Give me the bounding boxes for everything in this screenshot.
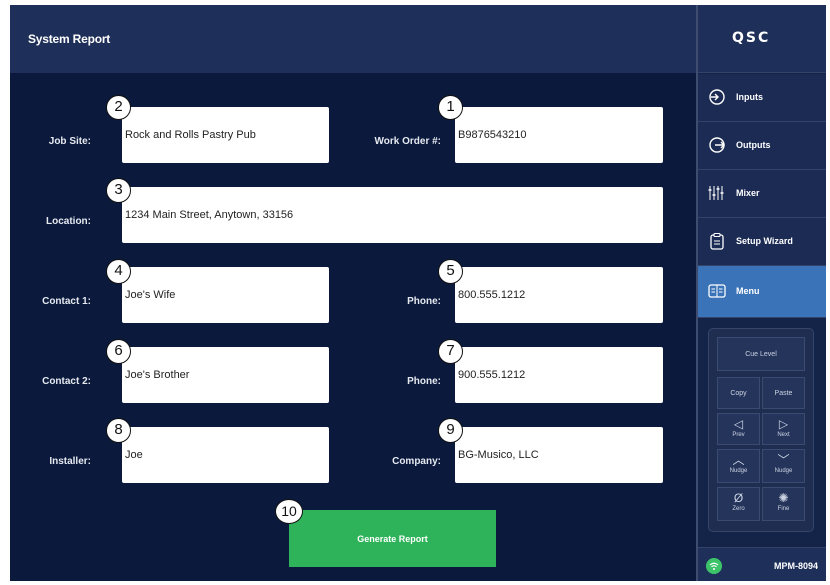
phone2-field[interactable]: 900.555.1212 [455,347,663,403]
location-value: 1234 Main Street, Anytown, 33156 [125,209,294,221]
sidebar-item-setup-wizard[interactable]: Setup Wizard [698,218,826,266]
zero-label: Zero [732,506,745,512]
installer-field[interactable]: Joe [122,427,329,483]
sidebar-item-label: Setup Wizard [736,236,793,246]
location-field[interactable]: 1234 Main Street, Anytown, 33156 [122,187,663,243]
copy-label: Copy [730,390,747,397]
callout-2: 2 [106,95,131,120]
job-site-field[interactable]: Rock and Rolls Pastry Pub [122,107,329,163]
nudge-down-button[interactable]: ﹀ Nudge [762,449,805,483]
work-order-label: Work Order #: [374,136,442,147]
triangle-left-icon: ◁ [733,417,744,431]
page-title: System Report [28,32,111,46]
company-value: BG-Musico, LLC [458,449,539,461]
system-report-panel: System Report Job Site: Rock and Rolls P… [10,5,696,581]
mixer-icon [708,186,724,200]
sidebar-item-outputs[interactable]: Outputs [698,122,826,170]
contact1-value: Joe's Wife [125,289,176,301]
contact1-label: Contact 1: [42,296,91,307]
prev-label: Prev [732,432,745,438]
next-button[interactable]: ▷ Next [762,413,805,445]
nudge-up-button[interactable]: ︿ Nudge [717,449,760,483]
phone1-field[interactable]: 800.555.1212 [455,267,663,323]
company-field[interactable]: BG-Musico, LLC [455,427,663,483]
page-header: System Report [10,5,696,73]
installer-value: Joe [125,449,143,461]
contact2-value: Joe's Brother [125,369,190,381]
cue-level-button[interactable]: Cue Level [717,337,805,371]
fine-button[interactable]: ✺ Fine [762,487,805,521]
callout-8: 8 [106,418,131,443]
nudge-down-label: Nudge [774,468,793,474]
work-order-field[interactable]: B9876543210 [455,107,663,163]
fine-dial-icon: ✺ [778,491,789,505]
callout-5: 5 [438,259,463,284]
job-site-value: Rock and Rolls Pastry Pub [125,129,256,141]
control-keypad: Cue Level Copy Paste ◁ Prev ▷ Next ︿ Nud… [708,328,814,532]
installer-label: Installer: [49,456,91,467]
sidebar-item-menu[interactable]: Menu [698,266,826,318]
sidebar-item-label: Mixer [736,188,760,198]
sidebar: QSC Inputs Outputs Mixer Setup Wizard Me… [696,5,826,581]
callout-7: 7 [438,339,463,364]
work-order-value: B9876543210 [458,129,527,141]
input-icon [709,89,725,105]
copy-button[interactable]: Copy [717,377,760,409]
callout-9: 9 [438,418,463,443]
callout-4: 4 [106,259,131,284]
sidebar-item-label: Outputs [736,140,771,150]
contact2-label: Contact 2: [42,376,91,387]
output-icon [709,137,725,153]
next-label: Next [777,432,790,438]
cue-level-label: Cue Level [745,351,777,358]
clipboard-icon [710,232,724,250]
sidebar-item-mixer[interactable]: Mixer [698,170,826,218]
device-model: MPM-8094 [774,561,819,571]
paste-button[interactable]: Paste [762,377,805,409]
sidebar-item-label: Menu [736,286,760,296]
phone1-value: 800.555.1212 [458,289,526,301]
sidebar-item-inputs[interactable]: Inputs [698,74,826,122]
paste-label: Paste [774,390,793,397]
app-frame: System Report Job Site: Rock and Rolls P… [0,0,830,585]
status-bar: MPM-8094 [698,547,826,581]
phone2-value: 900.555.1212 [458,369,526,381]
generate-report-button[interactable]: Generate Report [289,510,496,567]
sidebar-item-label: Inputs [736,92,763,102]
phone2-label: Phone: [407,376,441,387]
prev-button[interactable]: ◁ Prev [717,413,760,445]
wifi-icon [706,558,722,574]
callout-6: 6 [106,339,131,364]
contact1-field[interactable]: Joe's Wife [122,267,329,323]
fine-label: Fine [777,506,790,512]
callout-1: 1 [438,95,463,120]
location-label: Location: [46,216,91,227]
logo-area: QSC [698,5,826,73]
zero-button[interactable]: Ø Zero [717,487,760,521]
menu-icon [708,284,726,298]
company-label: Company: [392,456,441,467]
null-icon: Ø [733,491,744,505]
nudge-up-label: Nudge [729,468,748,474]
callout-10: 10 [275,499,303,524]
job-site-label: Job Site: [48,136,91,147]
phone1-label: Phone: [407,296,441,307]
chevron-down-icon: ﹀ [777,453,790,467]
contact2-field[interactable]: Joe's Brother [122,347,329,403]
callout-3: 3 [106,178,131,203]
qsc-logo: QSC [732,30,771,46]
triangle-right-icon: ▷ [778,417,789,431]
chevron-up-icon: ︿ [732,453,745,467]
